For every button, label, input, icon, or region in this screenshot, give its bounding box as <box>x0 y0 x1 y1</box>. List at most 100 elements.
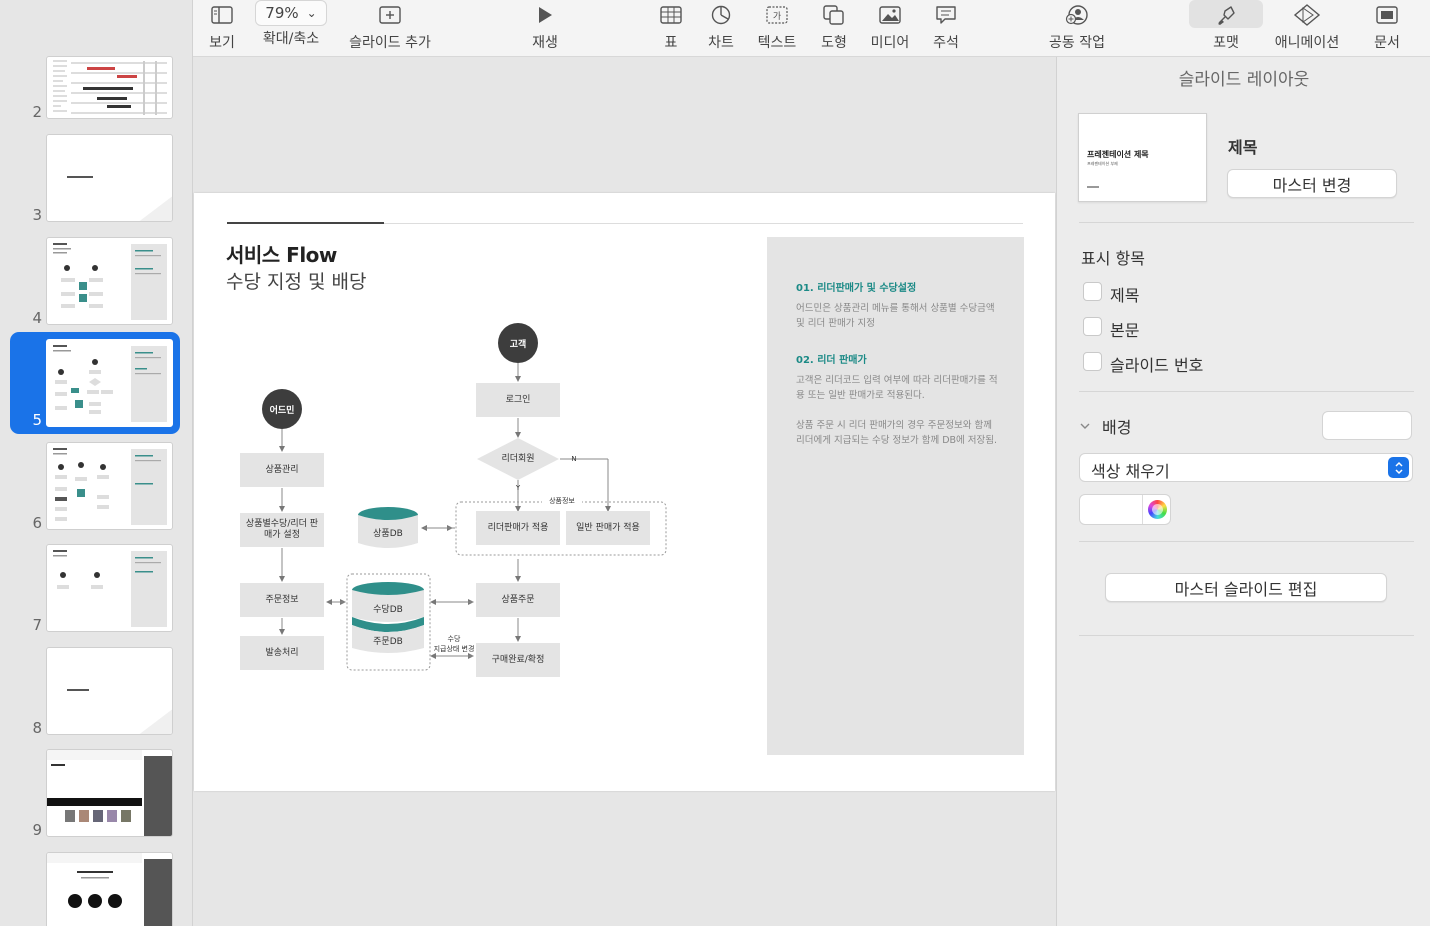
product-mgmt-node[interactable]: 상품관리 <box>240 453 324 487</box>
master-thumb-footer <box>1087 186 1099 188</box>
format-button[interactable]: 포맷 <box>1189 0 1263 57</box>
chart-button[interactable]: 차트 <box>705 0 737 57</box>
slide-number: 6 <box>32 514 42 532</box>
product-order-node[interactable]: 상품주문 <box>476 583 560 617</box>
collaborate-button[interactable]: 공동 작업 <box>1045 0 1109 57</box>
slide-thumbnail-10-preview <box>47 853 172 926</box>
product-info-label: 상품정보 <box>542 496 582 506</box>
slide-number: 5 <box>32 411 42 429</box>
product-db-label: 상품DB <box>373 528 403 539</box>
slide-thumbnail-8[interactable] <box>46 647 173 735</box>
body-checkbox[interactable] <box>1083 317 1102 336</box>
add-slide-button[interactable]: 슬라이드 추가 <box>345 0 435 57</box>
slide-number: 4 <box>32 309 42 327</box>
photo-icon <box>879 6 901 24</box>
pie-chart-icon <box>711 5 731 25</box>
svg-text:가: 가 <box>773 11 781 22</box>
master-thumb-subtitle: 프레젠테이션 부제 <box>1087 161 1118 166</box>
animate-button[interactable]: 애니메이션 <box>1273 0 1341 57</box>
slide-thumbnail-9[interactable] <box>46 749 173 837</box>
edit-master-slide-button[interactable]: 마스터 슬라이드 편집 <box>1105 573 1387 602</box>
slide-number-checkbox-label[interactable]: 슬라이드 번호 <box>1110 352 1203 376</box>
media-button[interactable]: 미디어 <box>869 0 911 57</box>
section-text-1: 어드민은 상품관리 메뉴를 통해서 상품별 수당금액 및 리더 판매가 지정 <box>796 303 995 329</box>
slide-number: 7 <box>32 616 42 634</box>
slide-number: 2 <box>32 103 42 121</box>
collaborate-label: 공동 작업 <box>1049 35 1105 51</box>
change-master-button[interactable]: 마스터 변경 <box>1227 169 1397 198</box>
title-checkbox-label[interactable]: 제목 <box>1110 282 1139 306</box>
divider <box>1079 635 1414 636</box>
document-icon <box>1376 6 1398 24</box>
table-button[interactable]: 표 <box>659 0 683 57</box>
table-label: 표 <box>664 35 678 51</box>
customer-node[interactable]: 고객 <box>498 323 538 363</box>
slide-thumbnail-4[interactable] <box>46 237 173 325</box>
slide-canvas[interactable]: 서비스 Flow 수당 지정 및 배당 어드민 고객 상품관리 상품별수당/리더… <box>193 57 1056 926</box>
order-db-label: 주문DB <box>373 636 403 647</box>
updown-chevron-icon <box>1388 457 1409 478</box>
purchase-complete-node[interactable]: 구매완료/확정 <box>476 643 560 677</box>
shape-icon <box>823 5 844 25</box>
text-button[interactable]: 가 텍스트 <box>755 0 799 57</box>
chevron-down-icon[interactable] <box>1079 417 1091 429</box>
text-label: 텍스트 <box>757 35 797 51</box>
toolbar: 보기 79% ⌄ 확대/축소 슬라이드 추가 재생 표 차트 가 텍스트 도형 미… <box>193 0 1430 57</box>
no-label: N <box>571 454 577 463</box>
slide-thumbnail-6[interactable] <box>46 442 173 530</box>
leader-price-node[interactable]: 리더판매가 적용 <box>476 511 560 545</box>
view-button[interactable]: 보기 <box>203 0 241 57</box>
slide-5[interactable]: 서비스 Flow 수당 지정 및 배당 어드민 고객 상품관리 상품별수당/리더… <box>194 193 1055 791</box>
comment-button[interactable]: 주석 <box>931 0 961 57</box>
commission-setting-node[interactable]: 상품별수당/리더 판매가 설정 <box>240 513 324 547</box>
shape-button[interactable]: 도형 <box>819 0 849 57</box>
zoom-label: 확대/축소 <box>262 31 320 47</box>
slide-number: 3 <box>32 206 42 224</box>
play-button[interactable]: 재생 <box>528 0 562 57</box>
section-heading-1: 01. 리더판매가 및 수당설정 <box>796 283 917 294</box>
zoom-select[interactable]: 79% ⌄ <box>255 0 327 26</box>
document-button[interactable]: 문서 <box>1371 0 1403 57</box>
commission-db-label: 수당DB <box>373 604 403 615</box>
normal-price-node[interactable]: 일반 판매가 적용 <box>566 511 650 545</box>
table-icon <box>660 6 682 24</box>
paintbrush-icon <box>1218 6 1235 25</box>
slide-thumbnail-2[interactable] <box>46 56 173 119</box>
background-heading[interactable]: 배경 <box>1102 414 1131 438</box>
shipping-node[interactable]: 발송처리 <box>240 636 324 670</box>
zoom-control[interactable]: 79% ⌄ 확대/축소 <box>255 0 327 57</box>
order-info-node[interactable]: 주문정보 <box>240 583 324 617</box>
section-text-3: 상품 주문 시 리더 판매가의 경우 주문정보와 함께 리더에게 지급되는 수당… <box>796 420 998 446</box>
play-icon <box>539 7 552 23</box>
master-thumb-title: 프레젠테이션 제목 <box>1087 150 1149 159</box>
fill-color-well[interactable] <box>1079 494 1171 525</box>
text-box-icon: 가 <box>766 6 788 24</box>
slide-navigator[interactable]: 2 3 4 5 6 7 8 9 <box>0 0 193 926</box>
slide-number-checkbox[interactable] <box>1083 352 1102 371</box>
description-panel[interactable]: 01. 리더판매가 및 수당설정 어드민은 상품관리 메뉴를 통해서 상품별 수… <box>767 237 1024 755</box>
leader-member-decision[interactable]: 리더회원 <box>488 451 548 467</box>
title-checkbox[interactable] <box>1083 282 1102 301</box>
divider <box>1079 391 1414 392</box>
slide-thumbnail-10[interactable] <box>46 852 173 926</box>
master-thumbnail[interactable]: 프레젠테이션 제목 프레젠테이션 부제 <box>1078 113 1207 202</box>
add-slide-label: 슬라이드 추가 <box>349 35 431 51</box>
chevron-down-icon: ⌄ <box>306 6 317 20</box>
slide-thumbnail-3[interactable] <box>46 134 173 222</box>
slide-thumbnail-4-preview <box>53 243 167 320</box>
collaborate-icon <box>1065 5 1088 25</box>
format-inspector: 슬라이드 레이아웃 프레젠테이션 제목 프레젠테이션 부제 제목 마스터 변경 … <box>1056 57 1430 926</box>
background-color-well[interactable] <box>1322 411 1412 440</box>
fill-type-select[interactable]: 색상 채우기 <box>1079 453 1413 482</box>
section-heading-2: 02. 리더 판매가 <box>796 355 867 366</box>
color-well-divider <box>1142 495 1143 524</box>
slide-number: 8 <box>32 719 42 737</box>
shape-label: 도형 <box>821 35 847 51</box>
slide-thumbnail-7[interactable] <box>46 544 173 632</box>
slide-thumbnail-8-preview <box>67 689 172 734</box>
color-wheel-icon[interactable] <box>1148 500 1167 519</box>
admin-node[interactable]: 어드민 <box>262 389 302 429</box>
body-checkbox-label[interactable]: 본문 <box>1110 317 1139 341</box>
login-node[interactable]: 로그인 <box>476 383 560 417</box>
slide-thumbnail-5[interactable] <box>46 339 173 427</box>
